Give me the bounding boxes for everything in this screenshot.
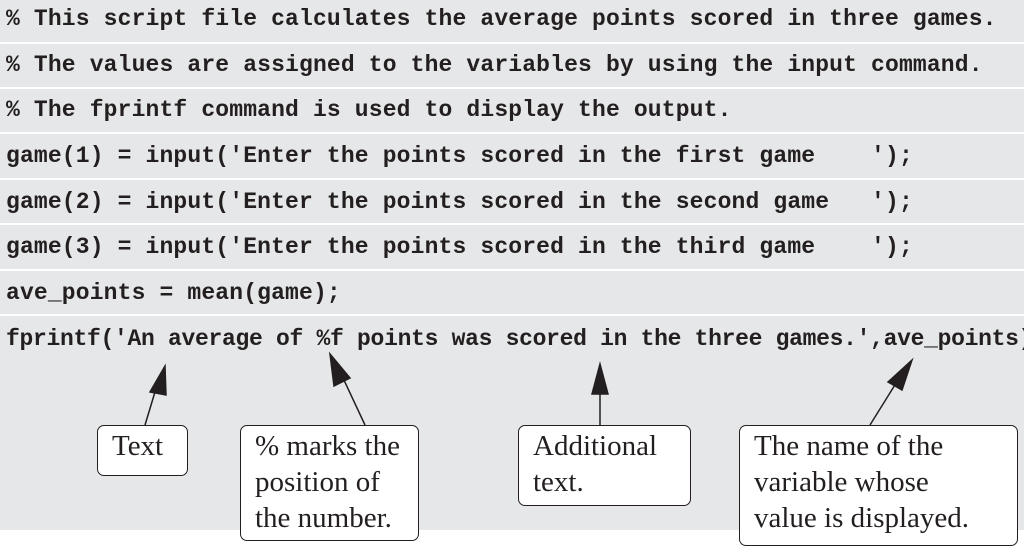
- arrowhead-additional: [591, 361, 609, 395]
- arrowhead-text: [148, 363, 167, 396]
- arrowhead-format: [328, 351, 352, 388]
- callout-format-specifier: % marks the position of the number.: [240, 425, 419, 541]
- arrow-format: [342, 377, 366, 426]
- figure: % This script file calculates the averag…: [0, 0, 1024, 554]
- callout-variable-name: The name of the variable whose value is …: [739, 425, 1018, 546]
- callout-additional-text: Additional text.: [518, 425, 691, 506]
- callout-text: Text: [97, 425, 188, 476]
- arrowhead-variable: [886, 357, 914, 392]
- arrow-variable: [869, 379, 899, 426]
